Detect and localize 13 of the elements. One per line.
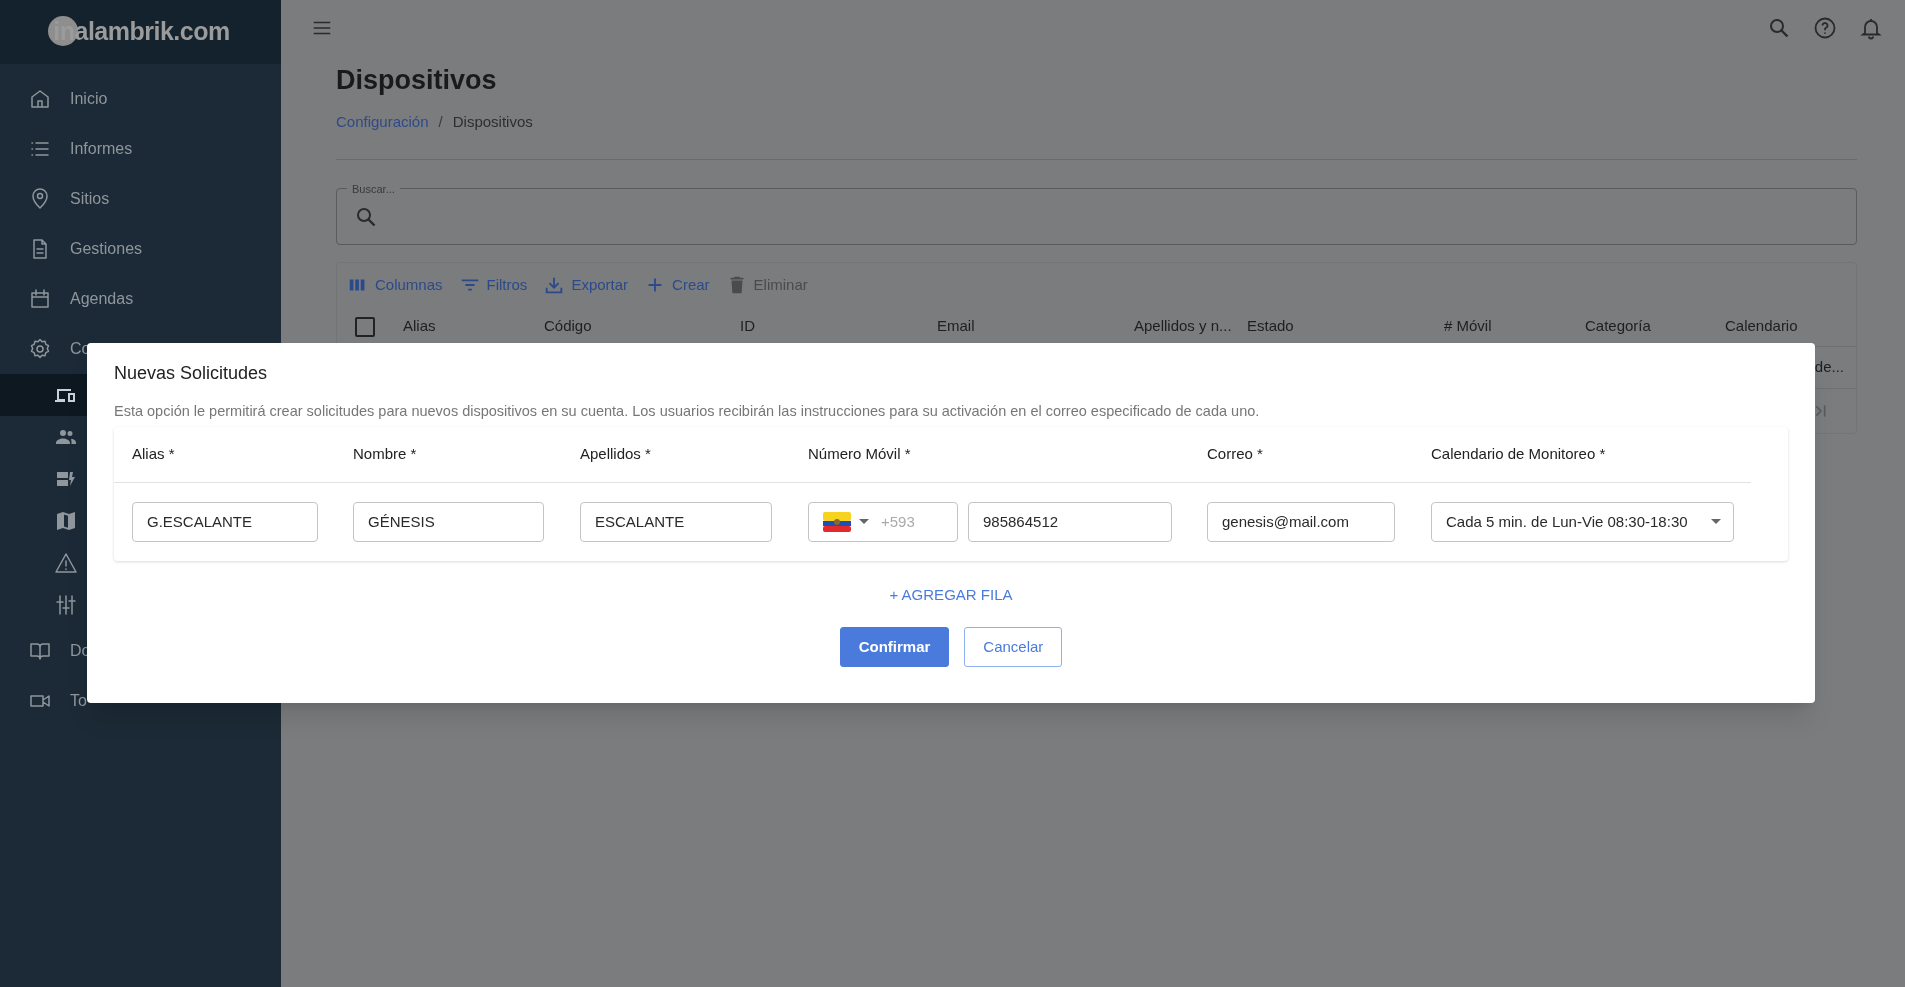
dialog-title: Nuevas Solicitudes <box>114 362 269 385</box>
column-header: Número Móvil * <box>808 444 912 464</box>
column-header: Apellidos * <box>580 444 652 464</box>
column-header: Nombre * <box>353 444 418 464</box>
table-cell-text: de... <box>1814 357 1844 378</box>
breadcrumb-separator: / <box>438 111 443 132</box>
dialog-description: Esta opción le permitirá crear solicitudes para nuevos dispositivos en su cuenta. Los usuarios recibirán las instrucciones para su activación en el correo especificado de cada uno. <box>114 402 1261 421</box>
column-header: Correo * <box>1207 444 1264 464</box>
column-header: Calendario de Monitoreo * <box>1431 444 1607 464</box>
page-title: Dispositivos <box>336 64 498 97</box>
breadcrumb-current: Dispositivos <box>452 111 533 132</box>
country-code: +593 <box>881 511 915 532</box>
column-header: Alias * <box>132 444 176 464</box>
